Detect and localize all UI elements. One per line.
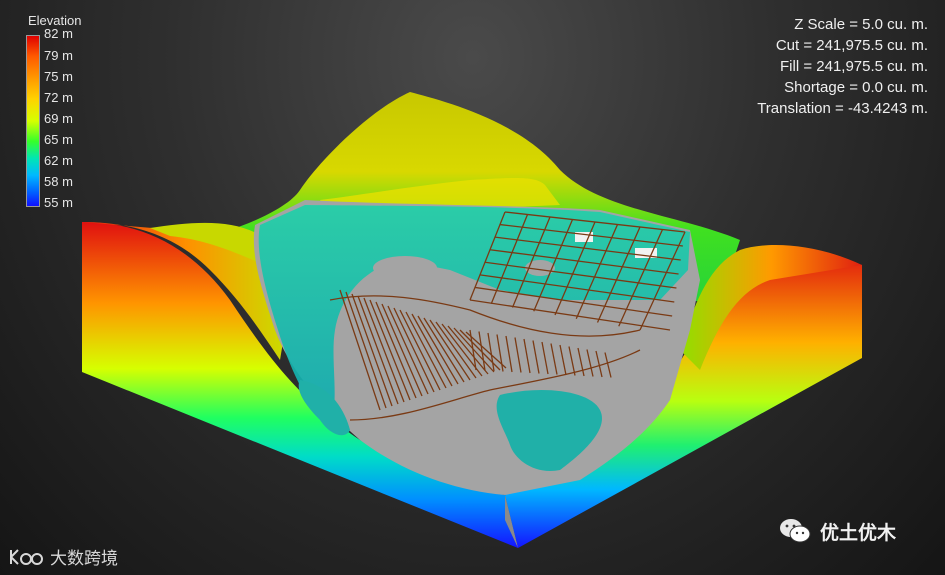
legend-color-bar: [26, 35, 40, 207]
watermark-right: 优土优木: [778, 517, 896, 545]
watermark-left-text: 大数跨境: [50, 549, 118, 568]
legend-label: 72 m: [44, 90, 73, 105]
elevation-legend: Elevation 82 m 79 m 75 m 72 m 69 m 65 m …: [10, 13, 120, 213]
legend-label: 65 m: [44, 132, 73, 147]
shortage-readout: Shortage = 0.0 cu. m.: [784, 79, 928, 96]
translation-readout: Translation = -43.4243 m.: [757, 100, 928, 117]
wechat-icon: [780, 519, 811, 543]
fill-volume-readout: Fill = 241,975.5 cu. m.: [780, 58, 928, 75]
legend-label: 79 m: [44, 48, 73, 63]
cut-island-1: [373, 256, 437, 280]
legend-label: 55 m: [44, 195, 73, 210]
legend-label: 82 m: [44, 26, 73, 41]
legend-label: 62 m: [44, 153, 73, 168]
legend-label: 75 m: [44, 69, 73, 84]
kb-logo-icon: [10, 548, 43, 565]
watermark-left: 大数跨境: [8, 544, 118, 569]
z-scale-readout: Z Scale = 5.0 cu. m.: [794, 16, 928, 33]
legend-label: 69 m: [44, 111, 73, 126]
cut-volume-readout: Cut = 241,975.5 cu. m.: [775, 37, 928, 54]
legend-label: 58 m: [44, 174, 73, 189]
volume-stats-panel: Z Scale = 5.0 cu. m. Cut = 241,975.5 cu.…: [757, 14, 928, 119]
watermark-right-text: 优土优木: [820, 522, 897, 544]
